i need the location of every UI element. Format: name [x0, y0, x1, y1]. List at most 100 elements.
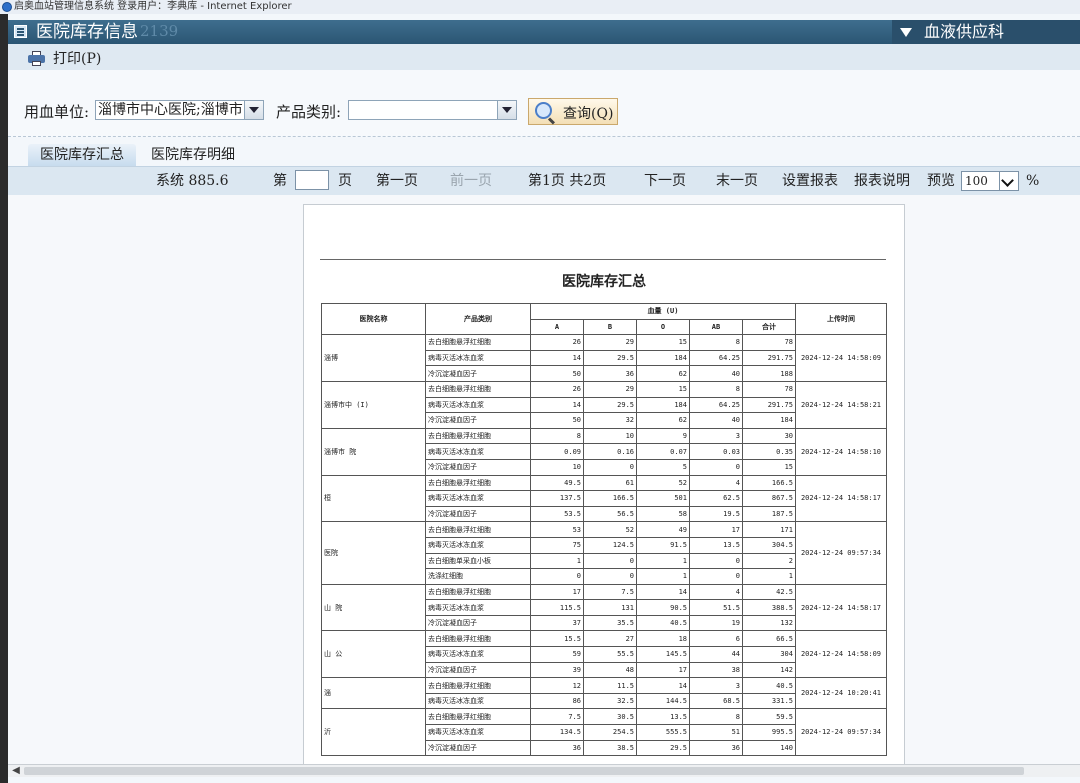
value-cell-b: 7.5	[583, 583, 637, 601]
query-button[interactable]: 查询(Q)	[528, 98, 618, 125]
value-cell-o: 29.5	[636, 739, 690, 757]
category-cell: 冷沉淀凝血因子	[425, 505, 531, 523]
report-title: 医院库存汇总	[562, 274, 646, 290]
value-cell-a: 53.5	[530, 505, 584, 523]
value-cell-b: 35.5	[583, 614, 637, 632]
value-cell-b: 124.5	[583, 536, 637, 554]
scroll-left-icon[interactable]: ◀	[10, 765, 22, 777]
value-cell-b: 61	[583, 474, 637, 492]
value-cell-a: 15.5	[530, 630, 584, 648]
value-cell-t: 59.5	[742, 708, 796, 726]
header-category: 产品类别	[425, 302, 531, 336]
value-cell-o: 62	[636, 412, 690, 429]
browser-title-bar: 启奥血站管理信息系统 登录用户：李典库 - Internet Explorer	[0, 0, 1080, 14]
value-cell-t: 188	[742, 365, 796, 382]
value-cell-ab: 8	[689, 334, 743, 351]
first-page-link[interactable]: 第一页	[376, 173, 418, 189]
value-cell-b: 56.5	[583, 505, 637, 523]
value-cell-b: 36	[583, 365, 637, 382]
value-cell-ab: 44	[689, 646, 743, 663]
hospital-name-cell: 沂	[321, 708, 426, 757]
value-cell-ab: 36	[689, 739, 743, 757]
page-number-input[interactable]	[295, 170, 329, 190]
value-cell-t: 331.5	[742, 692, 796, 710]
value-cell-ab: 0	[689, 458, 743, 476]
hospital-name-cell: 桓	[321, 474, 426, 523]
value-cell-b: 0	[583, 458, 637, 476]
value-cell-o: 5	[636, 458, 690, 476]
category-cell: 病毒灭活冰冻血浆	[425, 349, 531, 367]
tab-bar: 医院库存汇总 医院库存明细	[8, 142, 1080, 166]
report-viewport[interactable]: 医院库存汇总 医院名称 产品类别 血量 (U) 上传时间 A B O AB 合计…	[8, 195, 1080, 764]
upload-time-cell: 2024-12-24 14:58:09	[795, 334, 887, 382]
value-cell-t: 15	[742, 458, 796, 476]
table-row: 桓去白细胞悬浮红细胞 49.5 61 52 4 166.5 2024-12-24 14:58…	[321, 474, 887, 523]
value-cell-t: 304	[742, 646, 796, 663]
department-selector[interactable]: 血液供应科	[892, 20, 1080, 44]
value-cell-b: 52	[583, 521, 637, 538]
value-cell-ab: 8	[689, 380, 743, 398]
last-page-link[interactable]: 末一页	[716, 173, 758, 189]
hospital-name-cell: 山 院	[321, 583, 426, 632]
unit-select[interactable]: 淄博市中心医院;淄博市	[95, 100, 264, 120]
category-cell: 病毒灭活冰冻血浆	[425, 536, 531, 554]
value-cell-o: 1	[636, 552, 690, 570]
category-cell: 冷沉淀凝血因子	[425, 614, 531, 632]
chevron-down-icon[interactable]	[497, 101, 516, 119]
next-page-link[interactable]: 下一页	[644, 173, 686, 189]
value-cell-o: 40.5	[636, 614, 690, 632]
value-cell-b: 10	[583, 427, 637, 445]
category-cell: 去白细胞悬浮红细胞	[425, 380, 531, 398]
print-button[interactable]: 打印(P)	[28, 48, 101, 68]
value-cell-a: 75	[530, 536, 584, 554]
triangle-down-icon	[900, 28, 912, 37]
value-cell-o: 91.5	[636, 536, 690, 554]
report-page: 医院库存汇总 医院名称 产品类别 血量 (U) 上传时间 A B O AB 合计…	[303, 204, 905, 764]
category-cell: 冷沉淀凝血因子	[425, 739, 531, 757]
category-cell: 病毒灭活冰冻血浆	[425, 443, 531, 460]
value-cell-t: 1	[742, 568, 796, 585]
category-label: 产品类别:	[276, 103, 342, 121]
value-cell-t: 291.75	[742, 396, 796, 414]
table-row: 淄博 去白细胞悬浮红细胞 26 29 15 8 78 2024-12-24 14:58:09	[321, 334, 887, 382]
zoom-select[interactable]: 100	[961, 171, 1019, 191]
value-cell-a: 59	[530, 646, 584, 663]
scrollbar-thumb[interactable]	[24, 767, 1024, 775]
value-cell-o: 184	[636, 349, 690, 367]
value-cell-t: 171	[742, 521, 796, 538]
category-cell: 病毒灭活冰冻血浆	[425, 599, 531, 616]
value-cell-ab: 38	[689, 661, 743, 679]
value-cell-a: 1	[530, 552, 584, 570]
value-cell-o: 0.07	[636, 443, 690, 460]
category-cell: 去白细胞悬浮红细胞	[425, 708, 531, 726]
tab-inventory-summary[interactable]: 医院库存汇总	[28, 144, 136, 166]
header-blood-volume: 血量 (U)	[530, 303, 796, 320]
report-settings-link[interactable]: 设置报表	[782, 173, 838, 189]
system-info: 系统 885.6	[156, 173, 229, 189]
value-cell-o: 15	[636, 380, 690, 398]
value-cell-a: 14	[530, 396, 584, 414]
table-row: 山 公去白细胞悬浮红细胞 15.5 27 18 6 66.5 2024-12-24 14:5…	[321, 630, 887, 679]
value-cell-b: 29	[583, 380, 637, 398]
category-select[interactable]	[348, 100, 517, 120]
ie-icon	[2, 2, 12, 12]
chevron-down-icon[interactable]	[999, 172, 1018, 190]
print-label: 打印(P)	[53, 51, 102, 67]
prev-page-link[interactable]: 前一页	[450, 173, 492, 189]
category-cell: 冷沉淀凝血因子	[425, 412, 531, 429]
window-title: 启奥血站管理信息系统 登录用户：李典库 - Internet Explorer	[14, 1, 292, 12]
report-help-link[interactable]: 报表说明	[854, 173, 910, 189]
tab-inventory-detail[interactable]: 医院库存明细	[139, 144, 247, 166]
table-row: 医院 去白细胞悬浮红细胞 53 52 49 17 171 2024-12-24 09:57:3…	[321, 521, 887, 585]
value-cell-a: 86	[530, 692, 584, 710]
table-row: 山 院去白细胞悬浮红细胞 17 7.5 14 4 42.5 2024-12-24 14:58…	[321, 583, 887, 632]
value-cell-b: 27	[583, 630, 637, 648]
value-cell-t: 2	[742, 552, 796, 570]
category-cell: 冷沉淀凝血因子	[425, 365, 531, 382]
chevron-down-icon[interactable]	[244, 101, 263, 119]
value-cell-o: 58	[636, 505, 690, 523]
horizontal-scrollbar[interactable]: ◀	[8, 764, 1080, 777]
value-cell-b: 48	[583, 661, 637, 679]
value-cell-t: 132	[742, 614, 796, 632]
category-cell: 去白细胞悬浮红细胞	[425, 521, 531, 538]
